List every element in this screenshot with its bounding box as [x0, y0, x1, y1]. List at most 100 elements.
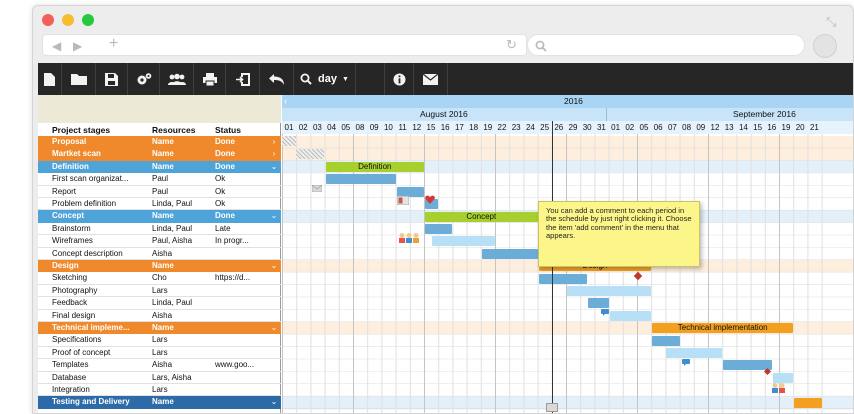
task-row-templates[interactable]: Templates Aisha www.goo... [38, 359, 281, 372]
cell-stage: Proposal [52, 137, 87, 146]
minimize-window-button[interactable] [62, 14, 74, 26]
today-handle[interactable] [546, 403, 558, 412]
chevron-down-icon[interactable]: ⌄ [269, 323, 279, 333]
task-row-brainstorm[interactable]: Brainstorm Linda, Paul Late [38, 223, 281, 236]
task-bar[interactable] [666, 348, 723, 358]
task-bar[interactable] [609, 310, 652, 321]
task-bar[interactable] [588, 298, 609, 309]
task-bar[interactable] [481, 248, 538, 259]
column-header-resources[interactable]: Resources [152, 125, 195, 135]
task-row-concept-description[interactable]: Concept description Aisha [38, 248, 281, 260]
search-bar[interactable] [527, 34, 805, 56]
mail-icon [312, 185, 322, 192]
cell-resources: Name [152, 137, 174, 146]
forward-arrow-icon[interactable]: ▶ [73, 40, 82, 52]
task-row-proof-of-concept[interactable]: Proof of concept Lars [38, 347, 281, 360]
task-row-photography[interactable]: Photography Lars [38, 285, 281, 298]
document-icon [397, 196, 409, 205]
save-button[interactable] [96, 63, 128, 95]
group-row-technical-impleme[interactable]: Technical impleme... Name ⌄ [38, 322, 281, 335]
task-row-wireframes[interactable]: Wireframes Paul, Aisha In progr... [38, 235, 281, 248]
chevron-right-icon[interactable]: › [269, 149, 279, 159]
group-row-martket-scan[interactable]: Martket scan Name Done › [38, 148, 281, 161]
cell-resources: Linda, Paul [152, 223, 193, 233]
task-row-feedback[interactable]: Feedback Linda, Paul [38, 297, 281, 310]
column-header-stages[interactable]: Project stages [52, 125, 110, 135]
export-button[interactable] [226, 63, 260, 95]
resources-button[interactable] [160, 63, 194, 95]
day-label: 22 [497, 123, 507, 132]
task-bar[interactable] [723, 360, 772, 371]
task-row-specifications[interactable]: Specifications Lars [38, 334, 281, 347]
comment-tooltip: You can add a comment to each period in … [538, 201, 700, 267]
scroll-left-icon[interactable]: ‹ [284, 95, 287, 108]
export-icon [235, 72, 250, 86]
task-bar[interactable] [794, 397, 822, 408]
group-row-testing-and-delivery[interactable]: Testing and Delivery Name ⌄ [38, 396, 281, 409]
month-header: August 2016 September 2016 [282, 108, 853, 121]
chevron-down-icon[interactable]: ⌄ [269, 211, 279, 221]
caret-down-icon: ▼ [342, 75, 349, 83]
email-button[interactable] [414, 63, 448, 95]
open-folder-button[interactable] [62, 63, 96, 95]
task-bar[interactable] [567, 286, 652, 296]
cell-stage: Photography [52, 285, 98, 295]
cell-stage: First scan organizat... [52, 174, 129, 184]
settings-button[interactable] [128, 63, 160, 95]
task-row-sketching[interactable]: Sketching Cho https://d... [38, 272, 281, 285]
chevron-right-icon[interactable]: › [269, 137, 279, 147]
maximize-window-button[interactable] [82, 14, 94, 26]
group-row-concept[interactable]: Concept Name Done ⌄ [38, 210, 281, 223]
search-icon [535, 40, 547, 52]
cell-status: https://d... [215, 273, 251, 283]
group-row-design[interactable]: Design Name ⌄ [38, 260, 281, 273]
new-tab-plus-icon[interactable]: + [109, 36, 118, 52]
group-row-definition[interactable]: Definition Name Done ⌄ [38, 160, 281, 174]
task-bar[interactable] [538, 273, 588, 284]
task-row-problem-definition[interactable]: Problem definition Linda, Paul Ok [38, 198, 281, 211]
chevron-down-icon[interactable]: ⌄ [269, 397, 279, 407]
address-bar[interactable]: ◀ ▶ + ↻ [42, 34, 527, 56]
column-header-status[interactable]: Status [215, 125, 241, 135]
undo-button[interactable] [260, 63, 294, 95]
task-row-integration[interactable]: Integration Lars [38, 384, 281, 397]
print-button[interactable] [194, 63, 226, 95]
cell-status: Late [215, 223, 231, 233]
day-label: 01 [284, 123, 294, 132]
day-label: 02 [625, 123, 635, 132]
back-arrow-icon[interactable]: ◀ [52, 40, 61, 52]
task-bar[interactable] [652, 335, 680, 346]
cell-stage: Concept [52, 211, 84, 221]
group-row-proposal[interactable]: Proposal Name Done › [38, 136, 281, 149]
year-label: 2016 [564, 96, 583, 106]
cell-stage: Technical impleme... [52, 323, 130, 332]
fullscreen-icon[interactable]: ⤡ [826, 15, 836, 28]
save-icon [105, 72, 118, 86]
task-row-final-design[interactable]: Final design Aisha [38, 310, 281, 322]
zoom-dropdown[interactable]: day ▼ [294, 63, 356, 95]
task-bar[interactable] [432, 236, 495, 247]
day-label: 02 [298, 123, 308, 132]
info-button[interactable] [384, 63, 414, 95]
zoom-level: day [318, 73, 338, 85]
browser-menu-button[interactable] [813, 34, 837, 58]
task-bar[interactable] [325, 174, 396, 185]
browser-window: ⤡ ◀ ▶ + ↻ day ▼ Project stages Resources… [32, 5, 854, 414]
task-bar[interactable] [425, 224, 453, 234]
day-label: 19 [781, 123, 791, 132]
task-row-report[interactable]: Report Paul Ok [38, 186, 281, 198]
task-row-database[interactable]: Database Lars, Aisha [38, 372, 281, 384]
new-file-button[interactable] [38, 63, 62, 95]
cell-stage: Report [52, 186, 77, 196]
cell-resources: Linda, Paul [152, 298, 193, 308]
today-line[interactable] [552, 121, 553, 413]
chevron-down-icon[interactable]: ⌄ [269, 162, 279, 172]
chevron-down-icon[interactable]: ⌄ [269, 261, 279, 271]
close-window-button[interactable] [42, 14, 54, 26]
cell-stage: Problem definition [52, 199, 117, 208]
day-label: 13 [724, 123, 734, 132]
task-row-first-scan-organizat[interactable]: First scan organizat... Paul Ok [38, 173, 281, 186]
cell-resources: Lars [152, 385, 168, 394]
hatched-block-market-scan [296, 149, 324, 159]
reload-icon[interactable]: ↻ [506, 38, 517, 51]
